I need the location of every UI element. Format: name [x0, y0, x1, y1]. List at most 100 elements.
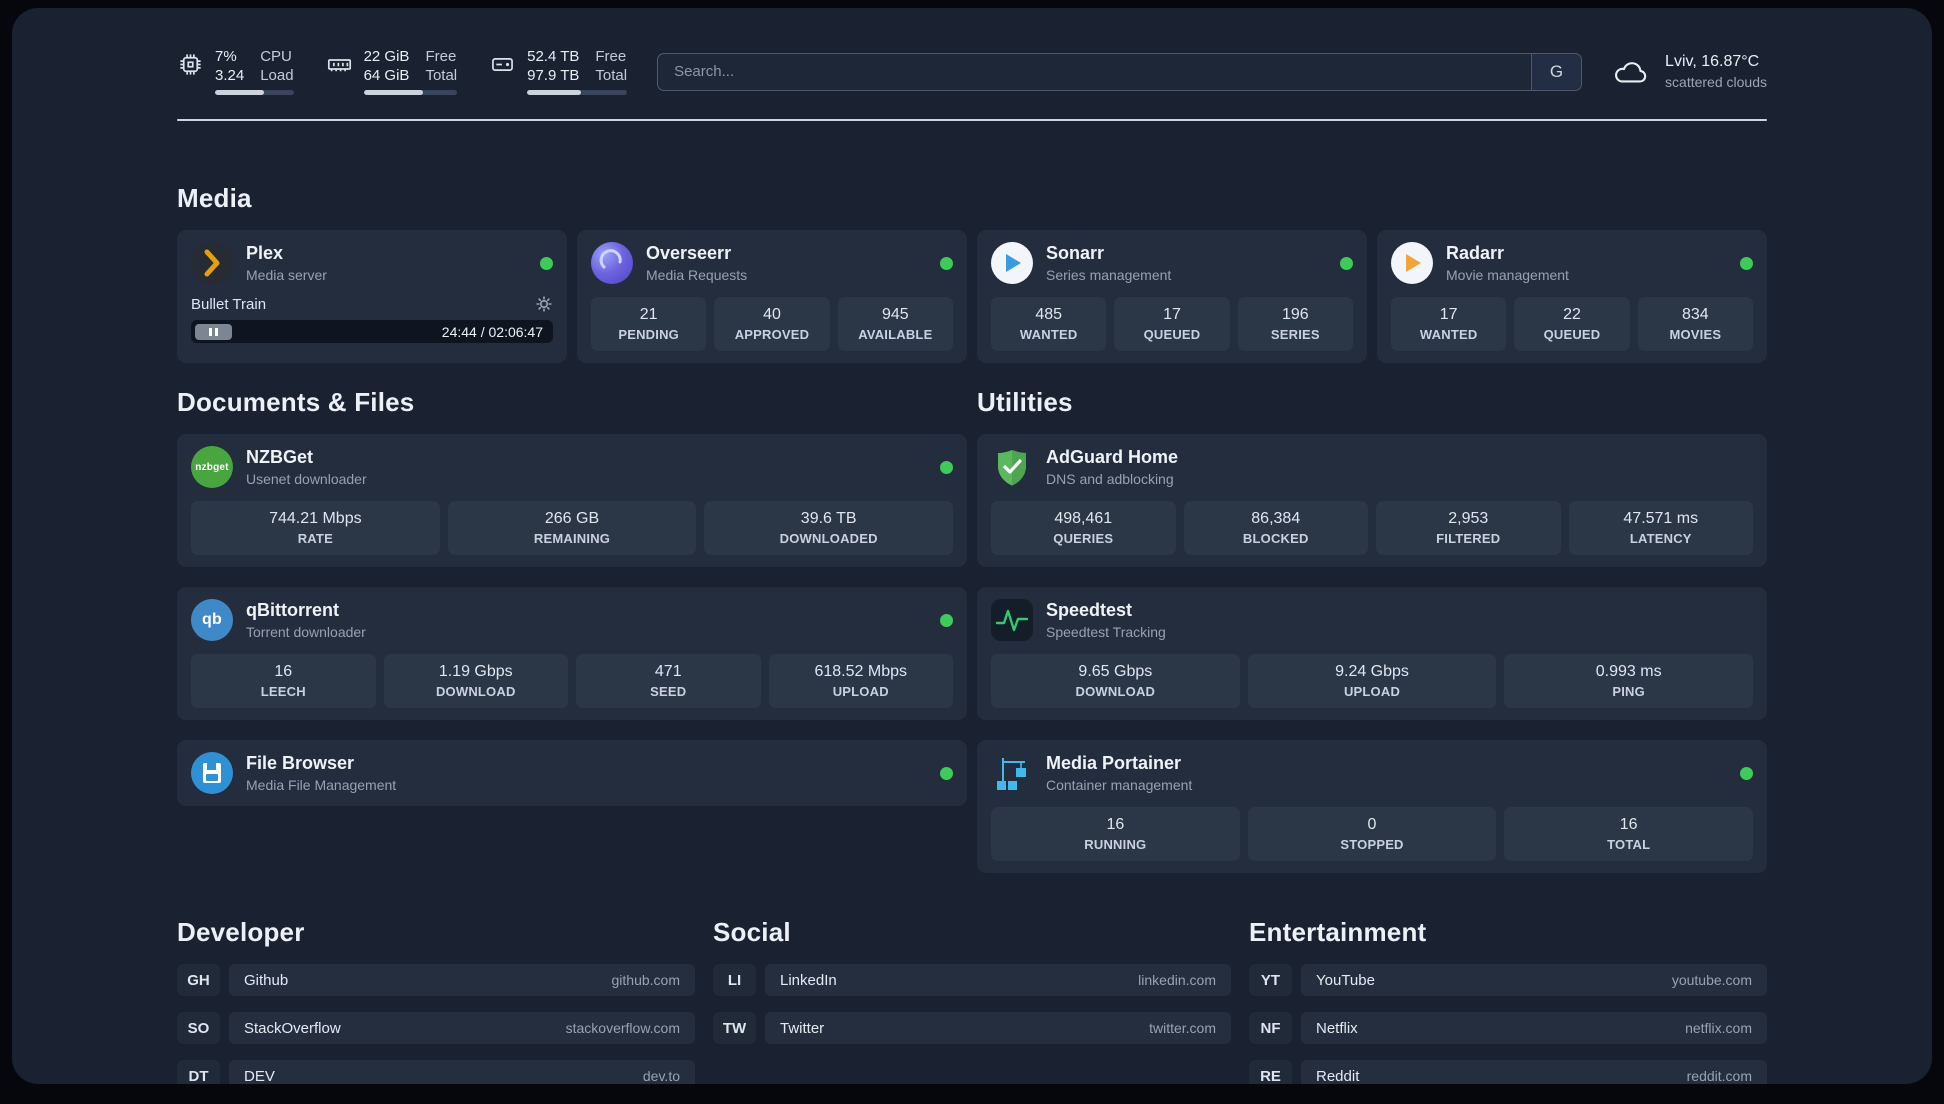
now-playing-title: Bullet Train	[191, 295, 267, 313]
qbittorrent-title: qBittorrent	[246, 600, 339, 620]
adguard-card[interactable]: AdGuard Home DNS and adblocking 498,461 …	[977, 434, 1767, 567]
stat-tile: 834 MOVIES	[1637, 297, 1753, 351]
gear-icon[interactable]	[535, 295, 553, 313]
stat-tile: 266 GB REMAINING	[447, 501, 697, 555]
portainer-icon[interactable]	[991, 752, 1033, 794]
speedtest-card[interactable]: Speedtest Speedtest Tracking 9.65 Gbps D…	[977, 587, 1767, 720]
ram-widget: 22 GiB 64 GiB Free Total	[326, 48, 458, 95]
radarr-icon[interactable]	[1391, 242, 1433, 284]
bookmark-dev[interactable]: DT DEV dev.to	[177, 1060, 695, 1084]
bookmark-reddit[interactable]: RE Reddit reddit.com	[1249, 1060, 1767, 1084]
disk-total-value: 97.9 TB	[527, 67, 580, 84]
ram-icon	[327, 59, 351, 72]
stat-tile: 16 TOTAL	[1504, 807, 1754, 861]
dashboard-content: 7% 3.24 CPU Load 22 GiB 64 GiB Free Tota…	[12, 8, 1932, 1084]
status-dot	[940, 256, 953, 270]
documents-column: Documents & Files nzbget NZBGet Usenet d…	[177, 387, 967, 873]
stat-tile: 47.571 ms LATENCY	[1568, 501, 1753, 555]
nzbget-icon[interactable]: nzbget	[191, 446, 233, 488]
stat-tile: 485 WANTED	[991, 297, 1107, 351]
section-heading-developer: Developer	[177, 917, 305, 947]
dashboard-frame: 7% 3.24 CPU Load 22 GiB 64 GiB Free Tota…	[12, 8, 1932, 1084]
search-engine-button[interactable]: G	[1531, 53, 1582, 90]
nzbget-card[interactable]: nzbget NZBGet Usenet downloader 744.21 M…	[177, 434, 967, 567]
bookmark-linkedin[interactable]: LI LinkedIn linkedin.com	[713, 964, 1231, 996]
plex-icon[interactable]	[191, 242, 233, 284]
sonarr-icon[interactable]	[991, 242, 1033, 284]
disk-free-value: 52.4 TB	[527, 48, 580, 65]
cpu-label: CPU	[260, 48, 292, 65]
nzbget-title: NZBGet	[246, 447, 313, 467]
ram-free-value: 22 GiB	[363, 48, 410, 65]
stat-tile: 0.993 ms PING	[1504, 654, 1754, 708]
bookmarks-entertainment: Entertainment YT YouTube youtube.com NF …	[1249, 917, 1767, 1084]
stat-tile: 86,384 BLOCKED	[1183, 501, 1368, 555]
cpu-load-value: 3.24	[215, 67, 245, 84]
qbittorrent-card[interactable]: qb qBittorrent Torrent downloader 16 LEE…	[177, 587, 967, 720]
portainer-subtitle: Container management	[1046, 777, 1193, 793]
plex-subtitle: Media server	[246, 267, 327, 283]
weather-condition: scattered clouds	[1665, 74, 1767, 90]
overseerr-subtitle: Media Requests	[646, 267, 748, 283]
sonarr-card[interactable]: Sonarr Series management 485 WANTED 17 Q…	[977, 230, 1367, 363]
plex-title: Plex	[246, 243, 284, 263]
radarr-subtitle: Movie management	[1446, 267, 1569, 283]
portainer-card[interactable]: Media Portainer Container management 16 …	[977, 740, 1767, 873]
stat-tile: 39.6 TB DOWNLOADED	[704, 501, 954, 555]
ram-progress-bar	[363, 90, 458, 95]
stat-tile: 945 AVAILABLE	[837, 297, 953, 351]
overseerr-icon[interactable]	[591, 242, 633, 284]
ram-progress-fill	[363, 90, 424, 95]
stat-tile: 9.65 Gbps DOWNLOAD	[991, 654, 1240, 708]
portainer-title: Media Portainer	[1046, 753, 1182, 773]
status-dot	[1740, 256, 1753, 270]
filebrowser-title: File Browser	[246, 753, 355, 773]
overseerr-card[interactable]: Overseerr Media Requests 21 PENDING 40 A…	[577, 230, 967, 363]
ram-free-label: Free	[425, 48, 457, 65]
search-input[interactable]	[658, 53, 1532, 90]
middle-columns: Documents & Files nzbget NZBGet Usenet d…	[177, 387, 1767, 873]
weather-widget: Lviv, 16.87°C scattered clouds	[1612, 53, 1767, 90]
bookmark-github[interactable]: GH Github github.com	[177, 964, 695, 996]
media-grid: Plex Media server Bullet Train 24:44 / 0…	[177, 230, 1767, 363]
search-bar: G	[657, 52, 1583, 91]
ram-total-value: 64 GiB	[363, 67, 410, 84]
utilities-column: Utilities AdGuard Home DNS and adblockin…	[977, 387, 1767, 873]
bookmark-netflix[interactable]: NF Netflix netflix.com	[1249, 1012, 1767, 1044]
qbittorrent-icon[interactable]: qb	[191, 599, 233, 641]
sonarr-title: Sonarr	[1046, 243, 1105, 263]
status-dot	[940, 766, 953, 780]
disk-widget: 52.4 TB 97.9 TB Free Total	[489, 48, 628, 95]
disk-progress-bar	[527, 90, 628, 95]
section-heading-media: Media	[177, 183, 252, 213]
stat-tile: 498,461 QUERIES	[991, 501, 1176, 555]
ram-total-label: Total	[425, 67, 458, 84]
topbar: 7% 3.24 CPU Load 22 GiB 64 GiB Free Tota…	[177, 48, 1767, 95]
bookmark-stackoverflow[interactable]: SO StackOverflow stackoverflow.com	[177, 1012, 695, 1044]
bookmark-twitter[interactable]: TW Twitter twitter.com	[713, 1012, 1231, 1044]
cpu-progress-bar	[215, 90, 294, 95]
nzbget-subtitle: Usenet downloader	[246, 471, 367, 487]
section-heading-entertainment: Entertainment	[1249, 917, 1427, 947]
adguard-icon[interactable]	[991, 446, 1033, 488]
stat-tile: 196 SERIES	[1237, 297, 1353, 351]
pause-button[interactable]	[195, 323, 232, 340]
bookmark-youtube[interactable]: YT YouTube youtube.com	[1249, 964, 1767, 996]
playback-progress-track[interactable]: 24:44 / 02:06:47	[191, 320, 553, 343]
status-dot	[940, 613, 953, 627]
speedtest-title: Speedtest	[1046, 600, 1133, 620]
stat-tile: 40 APPROVED	[714, 297, 830, 351]
filebrowser-card[interactable]: File Browser Media File Management	[177, 740, 967, 806]
cpu-widget: 7% 3.24 CPU Load	[177, 48, 294, 95]
radarr-card[interactable]: Radarr Movie management 17 WANTED 22 QUE…	[1377, 230, 1767, 363]
bookmarks-developer: Developer GH Github github.com SO StackO…	[177, 917, 695, 1084]
status-dot	[940, 460, 953, 474]
plex-card[interactable]: Plex Media server Bullet Train 24:44 / 0…	[177, 230, 567, 363]
speedtest-icon[interactable]	[991, 599, 1033, 641]
cpu-percent: 7%	[215, 48, 237, 65]
filebrowser-icon[interactable]	[191, 752, 233, 794]
stat-tile: 21 PENDING	[591, 297, 707, 351]
sonarr-subtitle: Series management	[1046, 267, 1172, 283]
radarr-title: Radarr	[1446, 243, 1505, 263]
disk-icon	[492, 58, 514, 71]
